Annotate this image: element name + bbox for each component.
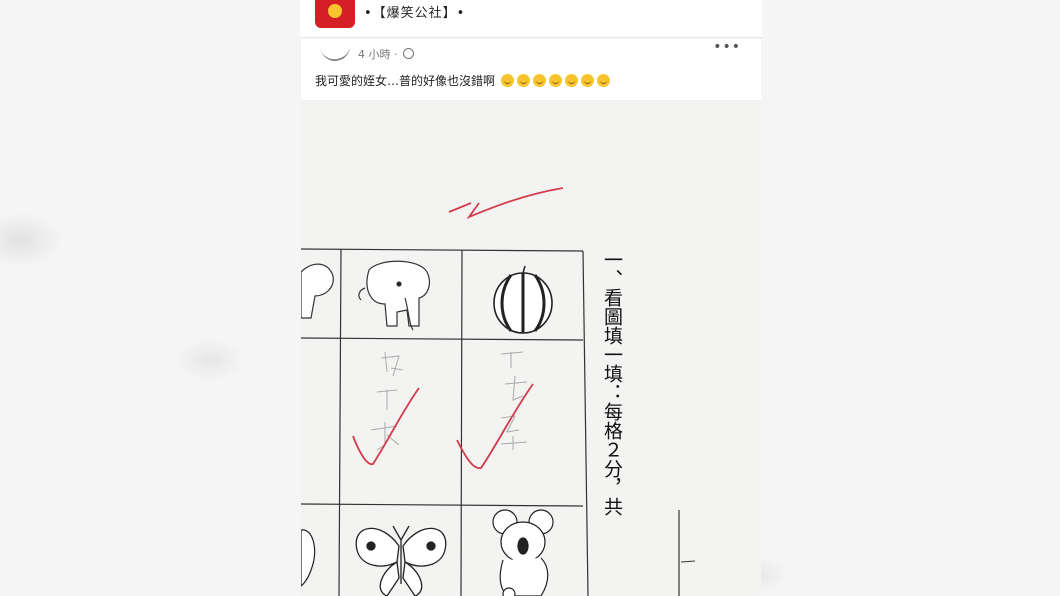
grinning-face-emoji-icon	[596, 74, 610, 87]
page-name[interactable]: •【爆笑公社】•	[364, 2, 465, 21]
post-photo[interactable]: 一、看圖填一填：每格２分，共	[301, 100, 761, 596]
post-card: 4 小時 · ••• 我可愛的姪女…普的好像也沒錯啊 一、看圖填一填：每格２分，…	[301, 39, 761, 596]
pencil-answer-1	[370, 351, 404, 451]
globe-icon	[403, 48, 414, 59]
emoji-row	[500, 74, 613, 88]
koala-drawing	[492, 509, 554, 596]
grinning-face-emoji-icon	[580, 74, 594, 87]
worksheet-drawing	[301, 187, 696, 596]
post-time-text: 4 小時 ·	[358, 48, 398, 61]
check-mark-1	[352, 387, 420, 465]
grade-mark-stroke	[448, 187, 564, 220]
page-header: •【爆笑公社】•	[300, 0, 762, 38]
post-timestamp[interactable]: 4 小時 ·	[358, 46, 414, 62]
watermelon-drawing	[493, 265, 553, 334]
post-text: 我可愛的姪女…普的好像也沒錯啊	[315, 72, 613, 89]
grinning-face-emoji-icon	[500, 74, 514, 87]
partial-animal-drawing	[301, 263, 334, 319]
more-options-icon[interactable]: •••	[713, 39, 741, 55]
partial-drawing-left	[301, 529, 316, 587]
post-text-content: 我可愛的姪女…普的好像也沒錯啊	[315, 74, 496, 88]
grinning-face-emoji-icon	[532, 74, 546, 87]
grinning-face-emoji-icon	[516, 74, 530, 87]
pencil-answer-2	[500, 351, 528, 450]
elephant-drawing	[358, 260, 431, 331]
avatar[interactable]	[320, 42, 352, 64]
butterfly-drawing	[355, 525, 447, 596]
border-tick	[680, 560, 696, 563]
question-title: 一、看圖填一填：每格２分，共	[601, 250, 623, 516]
grinning-face-emoji-icon	[548, 74, 562, 87]
grinning-face-emoji-icon	[564, 74, 578, 87]
page-avatar[interactable]	[315, 0, 355, 28]
